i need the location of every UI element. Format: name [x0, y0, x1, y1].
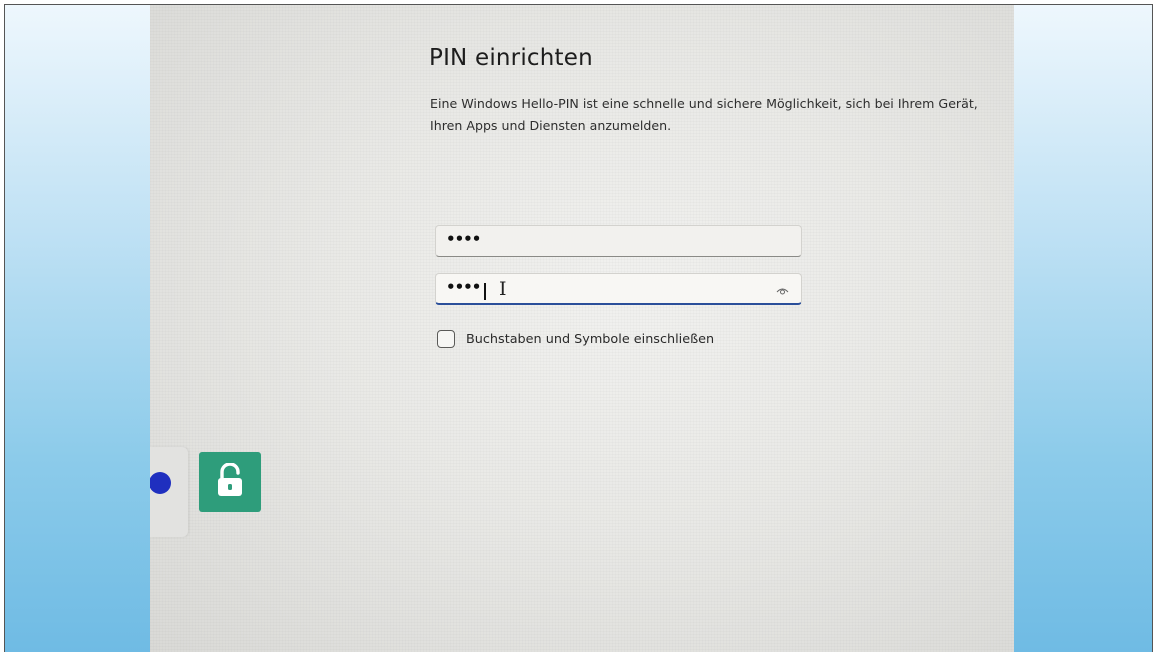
unlock-button[interactable] [199, 452, 261, 512]
eye-icon[interactable] [776, 282, 789, 295]
text-cursor-icon: I [499, 278, 507, 300]
pin-input[interactable]: •••• [435, 225, 802, 257]
text-caret [484, 283, 486, 300]
slide-frame: PIN einrichten Eine Windows Hello-PIN is… [4, 4, 1153, 652]
confirm-pin-input-value: •••• [446, 278, 481, 296]
pin-input-value: •••• [446, 230, 481, 248]
include-letters-checkbox[interactable] [437, 330, 455, 348]
left-backdrop [5, 5, 150, 652]
include-letters-option[interactable]: Buchstaben und Symbole einschließen [437, 328, 714, 350]
right-backdrop [1012, 5, 1152, 652]
include-letters-label: Buchstaben und Symbole einschließen [466, 331, 715, 347]
confirm-pin-input[interactable]: •••• I [435, 273, 802, 305]
page-title: PIN einrichten [429, 45, 593, 71]
blue-dot-indicator [150, 472, 171, 494]
screen-photo: PIN einrichten Eine Windows Hello-PIN is… [150, 5, 1014, 652]
page-description: Eine Windows Hello-PIN ist eine schnelle… [430, 96, 978, 133]
unlock-icon [218, 463, 242, 496]
